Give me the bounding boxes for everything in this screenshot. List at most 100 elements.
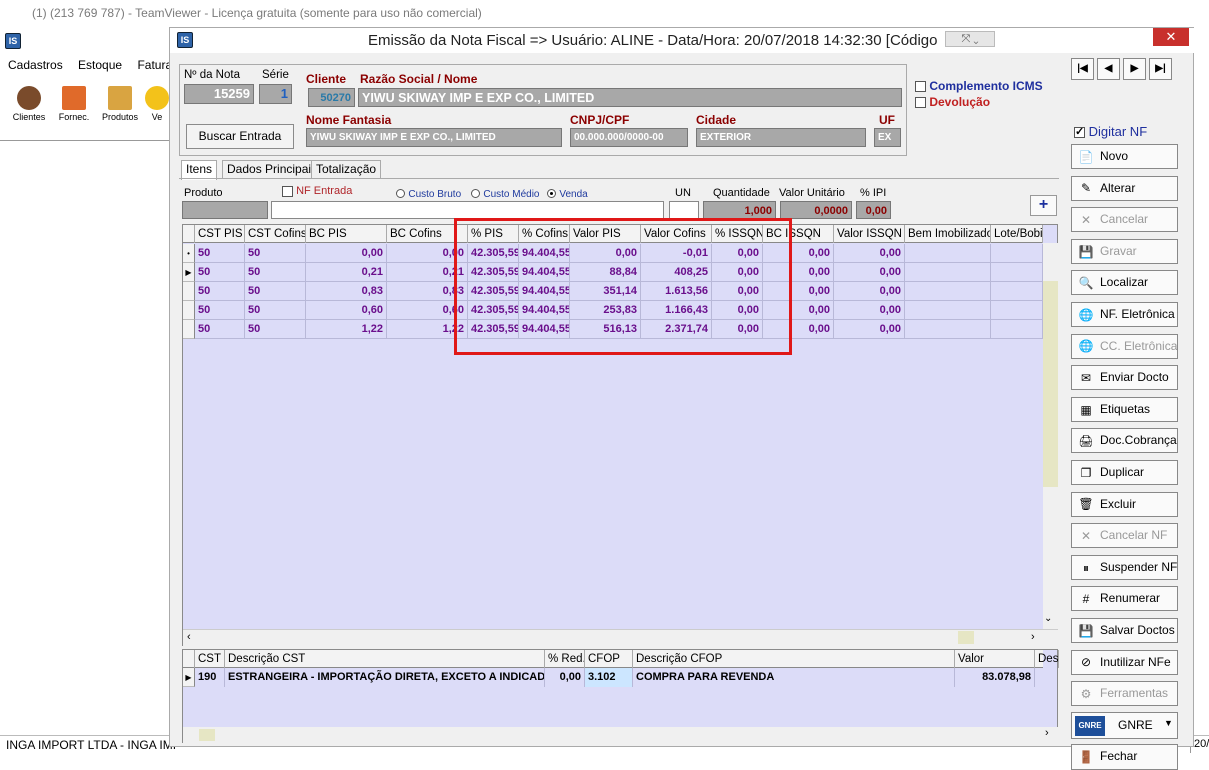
button-label: Gravar <box>1100 243 1137 258</box>
chevron-down-icon: ▼ <box>1164 718 1173 728</box>
clientes-tool[interactable]: Clientes <box>9 86 49 122</box>
cliente-field[interactable]: 50270 <box>308 88 355 107</box>
etiquetas-button[interactable]: ▦ Etiquetas <box>1071 396 1178 422</box>
row-pointer-icon <box>183 282 195 301</box>
cc-eletr-nica-button[interactable]: 🌐 CC. Eletrônica <box>1071 333 1178 359</box>
alterar-button[interactable]: ✎ Alterar <box>1071 175 1178 201</box>
window-restore-icon[interactable]: ⤧ ⌄ <box>945 31 995 47</box>
produto-desc-field[interactable] <box>271 201 664 219</box>
salvar-doctos-button[interactable]: 💾 Salvar Doctos <box>1071 618 1178 643</box>
uf-field[interactable]: EX <box>874 128 901 147</box>
scroll-right-icon[interactable]: › <box>1045 727 1049 739</box>
highlight-box <box>454 218 792 355</box>
col-descricao-cfop[interactable]: Descrição CFOP <box>633 650 955 668</box>
col-cst-cofins[interactable]: CST Cofins <box>245 225 306 243</box>
scroll-down-icon[interactable]: ⌄ <box>1044 613 1052 624</box>
un-label: UN <box>675 187 691 199</box>
valor-unitario-field[interactable]: 0,0000 <box>780 201 852 219</box>
tab-dados-principais[interactable]: Dados Principais <box>222 160 323 179</box>
complemento-icms-checkbox[interactable]: Complemento ICMS <box>915 79 1043 93</box>
suspender-nf-button[interactable]: ⏸ Suspender NF <box>1071 554 1178 580</box>
cancelar-button[interactable]: ✕ Cancelar <box>1071 207 1178 233</box>
edit-icon: ✎ <box>1080 181 1092 196</box>
duplicar-button[interactable]: ❐ Duplicar <box>1071 460 1178 485</box>
cidade-field[interactable]: EXTERIOR <box>696 128 866 147</box>
horizontal-scrollbar[interactable]: ‹ › <box>183 629 1058 646</box>
cnpj-field[interactable]: 00.000.000/0000-00 <box>570 128 688 147</box>
buscar-entrada-button[interactable]: Buscar Entrada <box>186 124 294 149</box>
vertical-scroll-thumb[interactable] <box>1043 281 1058 487</box>
col-cst[interactable]: CST <box>195 650 225 668</box>
gnre-dropdown[interactable]: GNRE GNRE ▼ <box>1071 712 1178 739</box>
door-icon: 🚪 <box>1078 749 1094 764</box>
custo-medio-radio[interactable]: Custo Médio <box>471 186 539 200</box>
col-descricao-cst[interactable]: Descrição CST <box>225 650 545 668</box>
menu-cadastros[interactable]: Cadastros <box>8 58 63 72</box>
serie-field[interactable]: 1 <box>259 84 292 104</box>
cancelar-nf-button[interactable]: ✕ Cancelar NF <box>1071 523 1178 549</box>
excluir-button[interactable]: 🗑 Excluir <box>1071 491 1178 517</box>
col-cst-pis[interactable]: CST PIS <box>195 225 245 243</box>
produto-code-field[interactable] <box>182 201 268 219</box>
col-red[interactable]: % Red. <box>545 650 585 668</box>
add-item-button[interactable]: + <box>1030 195 1057 216</box>
cst-scroll-thumb[interactable] <box>199 729 215 741</box>
col-cfop[interactable]: CFOP <box>585 650 633 668</box>
un-field[interactable] <box>669 201 699 219</box>
cliente-label: Cliente <box>306 72 347 86</box>
vendas-tool[interactable]: Ve <box>145 86 169 122</box>
close-button[interactable]: ✕ <box>1153 28 1189 46</box>
next-record-button[interactable]: ▶ <box>1123 58 1146 80</box>
menu-estoque[interactable]: Estoque <box>78 58 122 72</box>
gravar-button[interactable]: 💾 Gravar <box>1071 238 1178 264</box>
localizar-button[interactable]: 🔍 Localizar <box>1071 270 1178 296</box>
cst-grid[interactable]: CST Descrição CST % Red. CFOP Descrição … <box>182 649 1059 743</box>
window-logo-icon: IS <box>177 32 193 48</box>
fantasia-field[interactable]: YIWU SKIWAY IMP E EXP CO., LIMITED <box>306 128 562 147</box>
devolucao-checkbox[interactable]: Devolução <box>915 95 990 109</box>
fornec-tool[interactable]: Fornec. <box>54 86 94 122</box>
tab-totalizacao[interactable]: Totalização <box>311 160 382 179</box>
grid-cell: 0,00 <box>834 244 905 263</box>
nf-entrada-checkbox[interactable]: NF Entrada <box>282 185 352 197</box>
novo-button[interactable]: 📄 Novo <box>1071 144 1178 169</box>
cst-row[interactable]: ▶ 190 ESTRANGEIRA - IMPORTAÇÃO DIRETA, E… <box>183 668 1059 687</box>
scroll-left-icon[interactable]: ‹ <box>187 631 191 643</box>
col-bem-imobilizado[interactable]: Bem Imobilizado <box>905 225 991 243</box>
radio-icon <box>396 189 405 199</box>
quantidade-field[interactable]: 1,000 <box>703 201 776 219</box>
renumerar-button[interactable]: # Renumerar <box>1071 586 1178 612</box>
custo-bruto-radio[interactable]: Custo Bruto <box>396 186 461 200</box>
gnre-label: GNRE <box>1118 718 1153 732</box>
scroll-right-icon[interactable]: › <box>1031 631 1035 643</box>
save-icon: 💾 <box>1078 244 1094 259</box>
venda-radio[interactable]: Venda <box>547 186 588 200</box>
doc-cobran-a-button[interactable]: 🖨 Doc.Cobrança <box>1071 428 1178 454</box>
prev-record-button[interactable]: ◀ <box>1097 58 1120 80</box>
col-valor[interactable]: Valor <box>955 650 1035 668</box>
button-label: Etiquetas <box>1100 401 1151 416</box>
col-lote[interactable]: Lote/Bobi <box>991 225 1043 243</box>
col-valor-issqn[interactable]: Valor ISSQN <box>834 225 905 243</box>
horizontal-scroll-thumb[interactable] <box>958 631 974 644</box>
col-bc-pis[interactable]: BC PIS <box>306 225 387 243</box>
ipi-field[interactable]: 0,00 <box>856 201 891 219</box>
cidade-label: Cidade <box>696 113 737 127</box>
tab-itens[interactable]: Itens <box>181 160 218 180</box>
produtos-tool[interactable]: Produtos <box>100 86 140 122</box>
grid-cell: 50 <box>195 301 245 320</box>
inutilizar-nfe-button[interactable]: ⊘ Inutilizar NFe <box>1071 649 1178 675</box>
nf-eletr-nica-button[interactable]: 🌐 NF. Eletrônica <box>1071 302 1178 327</box>
fechar-button[interactable]: 🚪 Fechar <box>1071 744 1178 770</box>
digitar-nf-checkbox[interactable]: Digitar NF <box>1074 124 1147 139</box>
first-record-button[interactable]: |◀ <box>1071 58 1094 80</box>
nota-field[interactable]: 15259 <box>184 84 254 104</box>
row-pointer-icon <box>183 301 195 320</box>
enviar-docto-button[interactable]: ✉ Enviar Docto <box>1071 365 1178 391</box>
razao-field[interactable]: YIWU SKIWAY IMP E EXP CO., LIMITED <box>358 88 902 107</box>
nota-fiscal-window: IS Emissão da Nota Fiscal => Usuário: AL… <box>169 27 1195 770</box>
ferramentas-button[interactable]: ⚙ Ferramentas <box>1071 681 1178 707</box>
col-desc[interactable]: Des <box>1035 650 1059 668</box>
cst-hscroll[interactable]: › <box>183 727 1059 743</box>
last-record-button[interactable]: ▶| <box>1149 58 1172 80</box>
